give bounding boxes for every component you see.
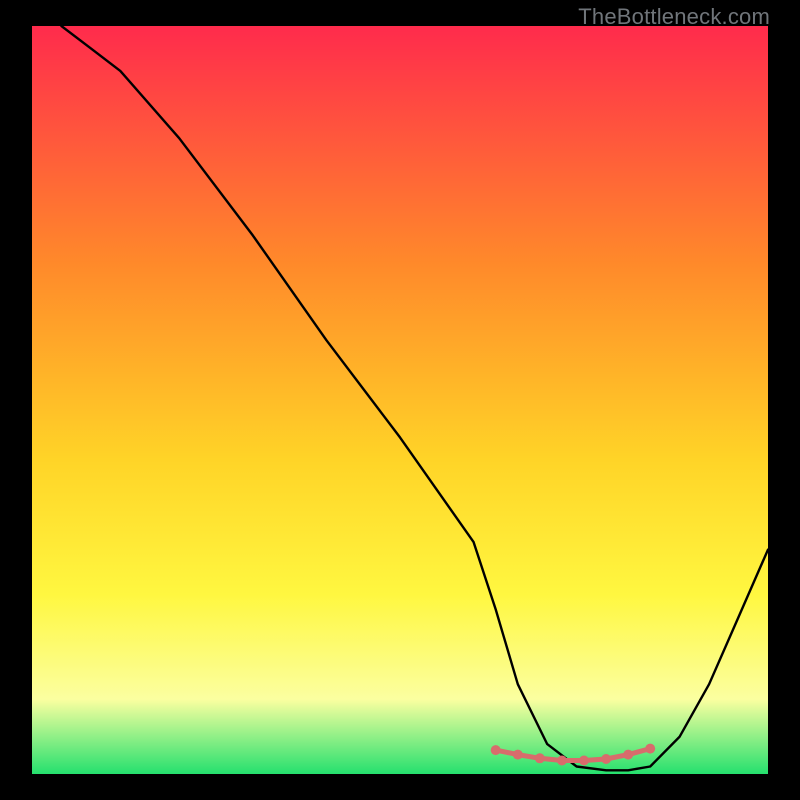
gradient-background bbox=[32, 26, 768, 774]
flat-region-marker bbox=[535, 753, 545, 763]
flat-region-marker bbox=[623, 750, 633, 760]
flat-region-marker bbox=[645, 744, 655, 754]
chart-svg bbox=[32, 26, 768, 774]
flat-region-marker bbox=[579, 756, 589, 766]
flat-region-marker bbox=[557, 756, 567, 766]
flat-region-marker bbox=[491, 745, 501, 755]
chart-frame bbox=[32, 26, 768, 774]
flat-region-marker bbox=[601, 754, 611, 764]
flat-region-marker bbox=[513, 750, 523, 760]
